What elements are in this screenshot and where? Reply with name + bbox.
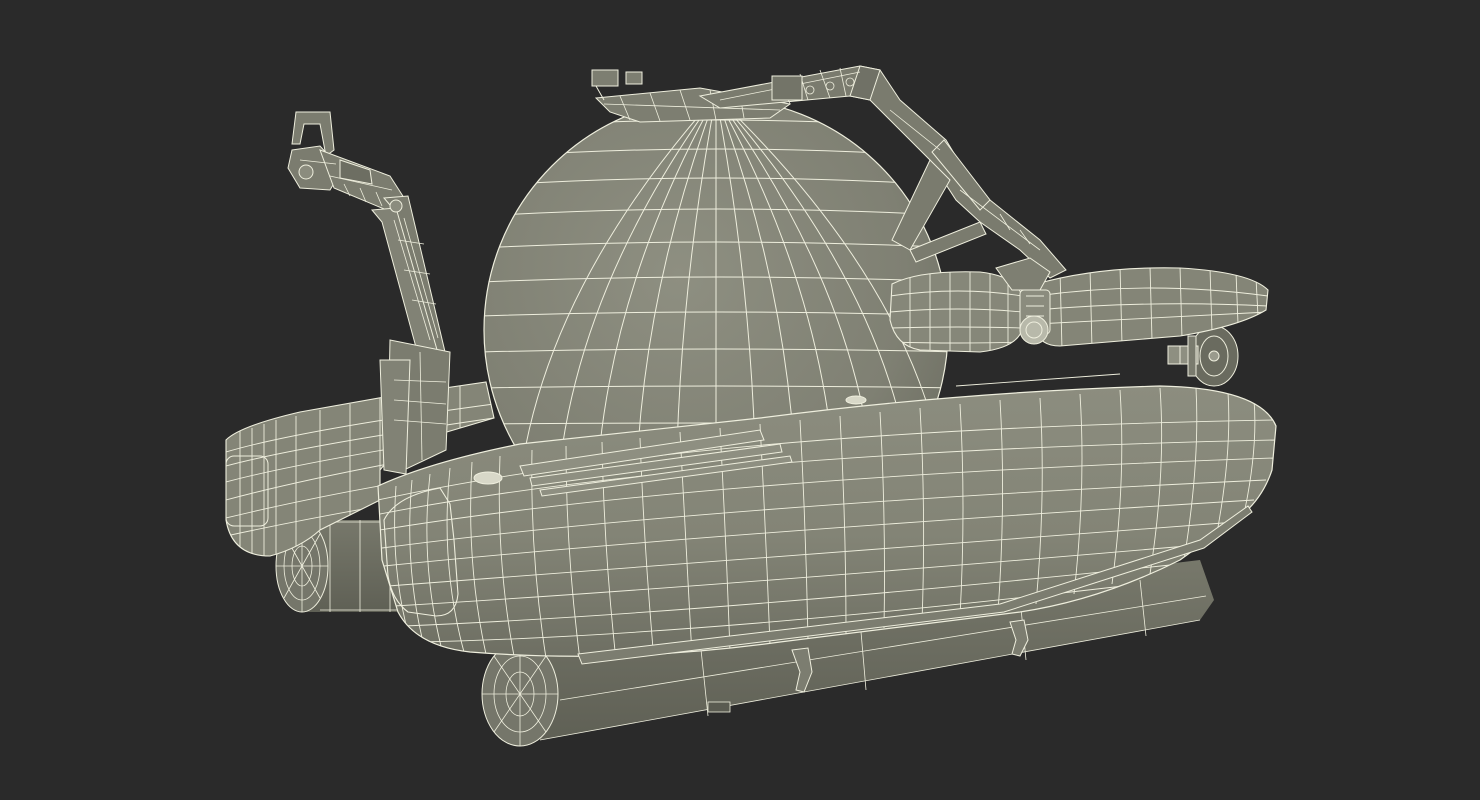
render-viewport [0,0,1480,800]
wireframe-render [0,0,1480,800]
left-fin [889,271,1023,353]
